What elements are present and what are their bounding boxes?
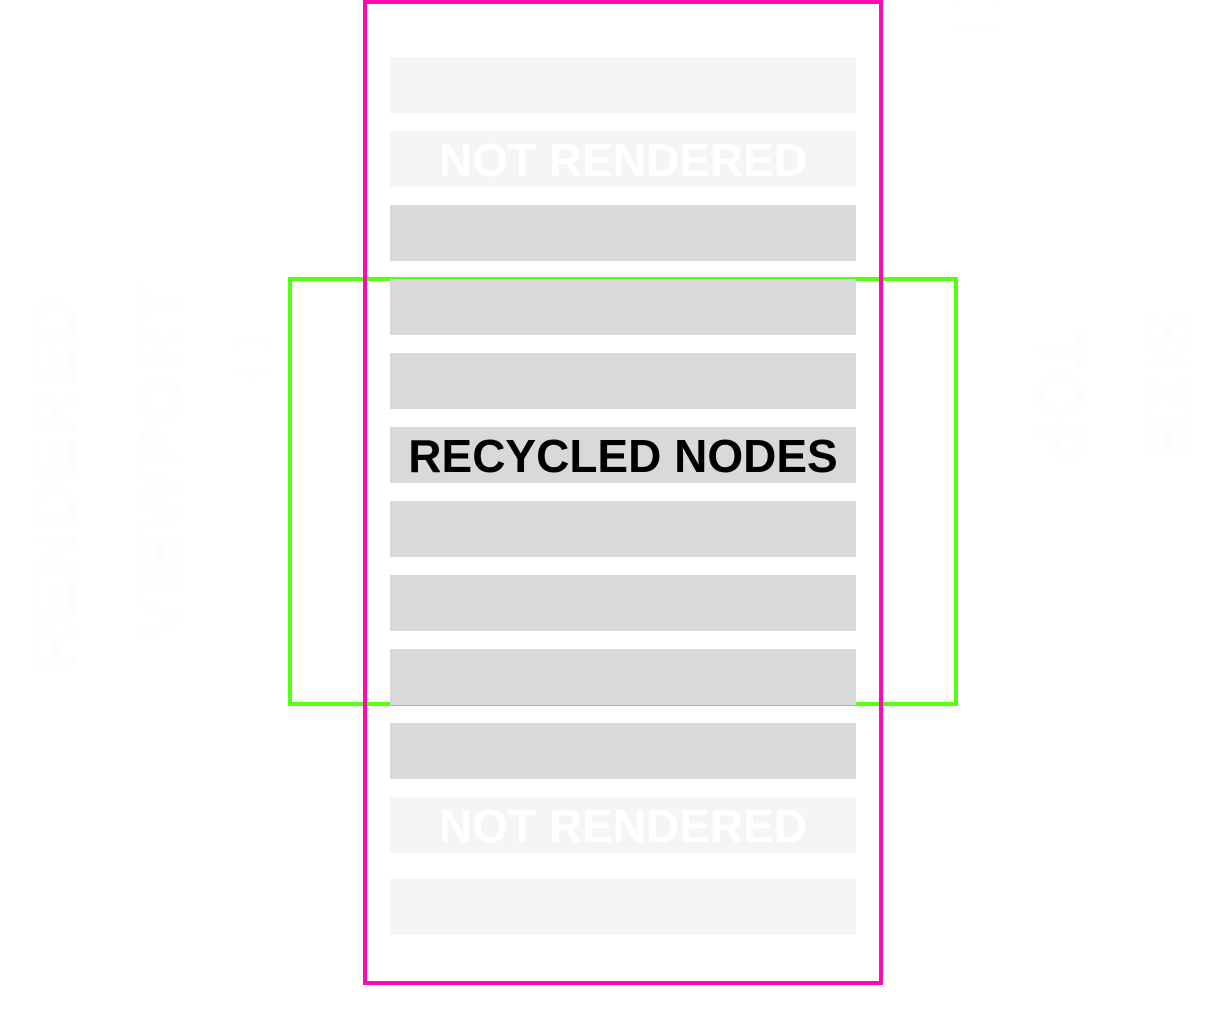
list-row-rendered (390, 575, 856, 631)
list-row-label: RECYCLED NODES (408, 430, 838, 482)
list-row-not-rendered (390, 879, 856, 935)
ghost-label-parens-left: ( ) (225, 332, 274, 380)
list-row-rendered (390, 723, 856, 779)
viewport-frame (288, 277, 958, 706)
ghost-label-rendered: RENDERED (18, 294, 90, 670)
list-row-rendered (390, 649, 856, 705)
list-row-rendered (390, 353, 856, 409)
list-row-rendered (390, 501, 856, 557)
ghost-label-parens-right: ( ) (956, 0, 1005, 38)
ghost-label-top: TOP (1024, 330, 1096, 467)
ghost-label-size: SIZE (1132, 310, 1204, 461)
list-row-not-rendered (390, 57, 856, 113)
list-row-label: NOT RENDERED (438, 134, 808, 186)
list-row-not-rendered: NOT RENDERED (390, 131, 856, 187)
ghost-label-viewport: VIEWPORT (124, 282, 196, 640)
list-row-rendered (390, 279, 856, 335)
list-row-rendered: RECYCLED NODES (390, 427, 856, 483)
list-row-rendered (390, 205, 856, 261)
list-row-not-rendered: NOT RENDERED (390, 797, 856, 853)
list-row-label: NOT RENDERED (438, 800, 808, 852)
